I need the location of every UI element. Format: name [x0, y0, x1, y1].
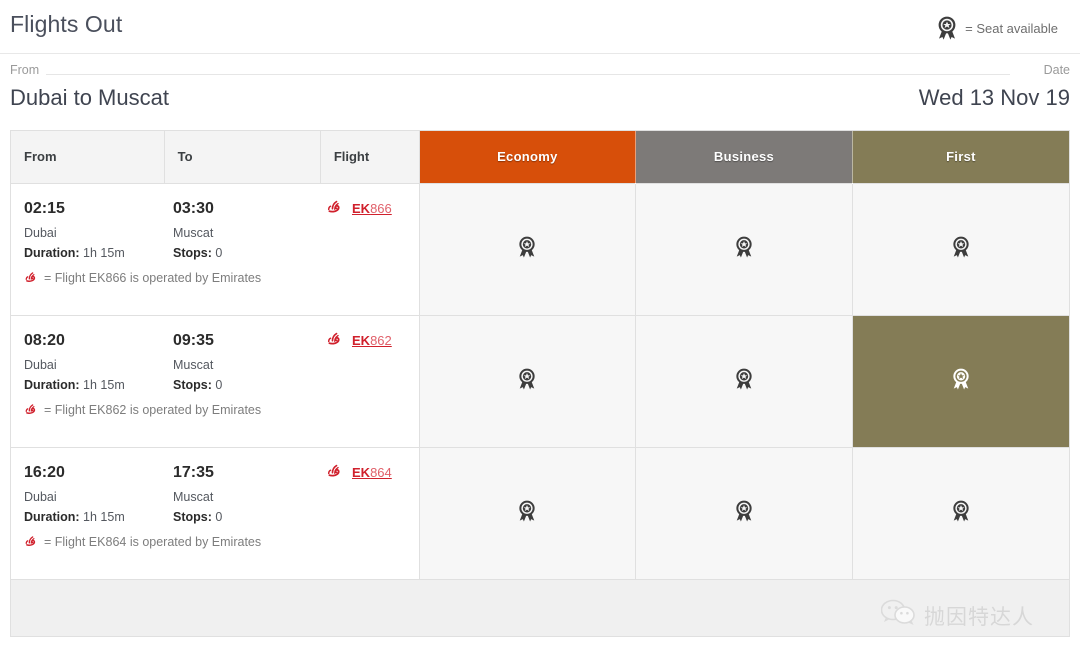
stops: Stops: 0 [173, 377, 223, 392]
rosette-seat-icon [951, 500, 971, 526]
duration: Duration: 1h 15m [24, 509, 125, 524]
emirates-logo-icon [24, 402, 38, 419]
cabin-cell-first[interactable] [852, 182, 1069, 315]
rosette-seat-icon [734, 500, 754, 526]
arrival-time: 03:30 [173, 199, 214, 217]
flight-code-link[interactable]: EK866 [352, 201, 392, 216]
arrival-time: 09:35 [173, 331, 214, 349]
flight-segment-cell: 16:20 Dubai Duration: 1h 15m 17:35 Musca… [11, 446, 420, 579]
emirates-logo-icon [326, 330, 343, 352]
emirates-logo-icon [24, 270, 38, 287]
page-title: Flights Out [10, 11, 123, 37]
rosette-seat-icon [734, 368, 754, 394]
cabin-cell-business[interactable] [635, 182, 853, 315]
flight-code-link[interactable]: EK864 [352, 465, 392, 480]
route-summary: From Date Dubai to Muscat Wed 13 Nov 19 [0, 54, 1080, 130]
duration: Duration: 1h 15m [24, 377, 125, 392]
arrival-city: Muscat [173, 357, 214, 372]
cabin-cell-economy[interactable] [419, 446, 637, 579]
rosette-seat-icon [517, 368, 537, 394]
emirates-logo-icon [24, 534, 38, 551]
rosette-seat-icon [517, 500, 537, 526]
table-row: 08:20 Dubai Duration: 1h 15m 09:35 Musca… [11, 314, 1069, 447]
arrival-city: Muscat [173, 489, 214, 504]
cabin-cell-first[interactable] [852, 446, 1069, 579]
emirates-logo-icon [326, 198, 343, 220]
departure-city: Dubai [24, 489, 57, 504]
column-header-business: Business [635, 131, 853, 183]
watermark: 抛因特达人 [880, 599, 1034, 632]
cabin-cell-business[interactable] [635, 314, 853, 447]
operated-by-text: = Flight EK862 is operated by Emirates [44, 403, 262, 417]
wechat-icon [880, 599, 915, 632]
departure-city: Dubai [24, 357, 57, 372]
divider [46, 74, 1010, 75]
watermark-text: 抛因特达人 [924, 604, 1034, 629]
stops: Stops: 0 [173, 509, 223, 524]
cabin-cell-business[interactable] [635, 446, 853, 579]
date-value: Wed 13 Nov 19 [918, 85, 1070, 110]
flights-table-container: From To Flight Economy Business First 02… [10, 130, 1070, 579]
column-header-flight: Flight [320, 131, 420, 183]
flights-table-body: 02:15 Dubai Duration: 1h 15m 03:30 Musca… [11, 182, 1069, 579]
seat-available-label: = Seat available [965, 20, 1058, 36]
rosette-seat-icon [951, 368, 971, 394]
page-header: Flights Out = Seat available [0, 0, 1080, 54]
departure-time: 08:20 [24, 331, 65, 349]
column-header-to: To [164, 131, 321, 183]
table-row: 02:15 Dubai Duration: 1h 15m 03:30 Musca… [11, 182, 1069, 315]
operated-by-note: = Flight EK866 is operated by Emirates [24, 270, 261, 287]
stops: Stops: 0 [173, 245, 223, 260]
date-label: Date [1043, 63, 1070, 77]
seat-available-legend: = Seat available [936, 16, 1058, 40]
departure-time: 02:15 [24, 199, 65, 217]
operated-by-text: = Flight EK864 is operated by Emirates [44, 535, 262, 549]
arrival-city: Muscat [173, 225, 214, 240]
flight-segment-cell: 08:20 Dubai Duration: 1h 15m 09:35 Musca… [11, 314, 420, 447]
from-label: From [10, 63, 40, 77]
operated-by-text: = Flight EK866 is operated by Emirates [44, 271, 262, 285]
flight-code-link[interactable]: EK862 [352, 333, 392, 348]
column-header-from: From [11, 131, 165, 183]
duration: Duration: 1h 15m [24, 245, 125, 260]
rosette-seat-icon [517, 236, 537, 262]
arrival-time: 17:35 [173, 463, 214, 481]
cabin-cell-first[interactable] [852, 314, 1069, 447]
operated-by-note: = Flight EK864 is operated by Emirates [24, 534, 261, 551]
cabin-cell-economy[interactable] [419, 182, 637, 315]
cabin-cell-economy[interactable] [419, 314, 637, 447]
rosette-seat-icon [951, 236, 971, 262]
table-header-row: From To Flight Economy Business First [11, 131, 1069, 183]
table-row: 16:20 Dubai Duration: 1h 15m 17:35 Musca… [11, 446, 1069, 579]
emirates-logo-icon [326, 462, 343, 484]
rosette-seat-icon [734, 236, 754, 262]
departure-city: Dubai [24, 225, 57, 240]
rosette-seat-icon [936, 16, 958, 40]
departure-time: 16:20 [24, 463, 65, 481]
flight-segment-cell: 02:15 Dubai Duration: 1h 15m 03:30 Musca… [11, 182, 420, 315]
flights-table: From To Flight Economy Business First 02… [11, 131, 1069, 579]
route-value: Dubai to Muscat [10, 85, 169, 110]
column-header-first: First [852, 131, 1069, 183]
column-header-economy: Economy [419, 131, 637, 183]
operated-by-note: = Flight EK862 is operated by Emirates [24, 402, 261, 419]
